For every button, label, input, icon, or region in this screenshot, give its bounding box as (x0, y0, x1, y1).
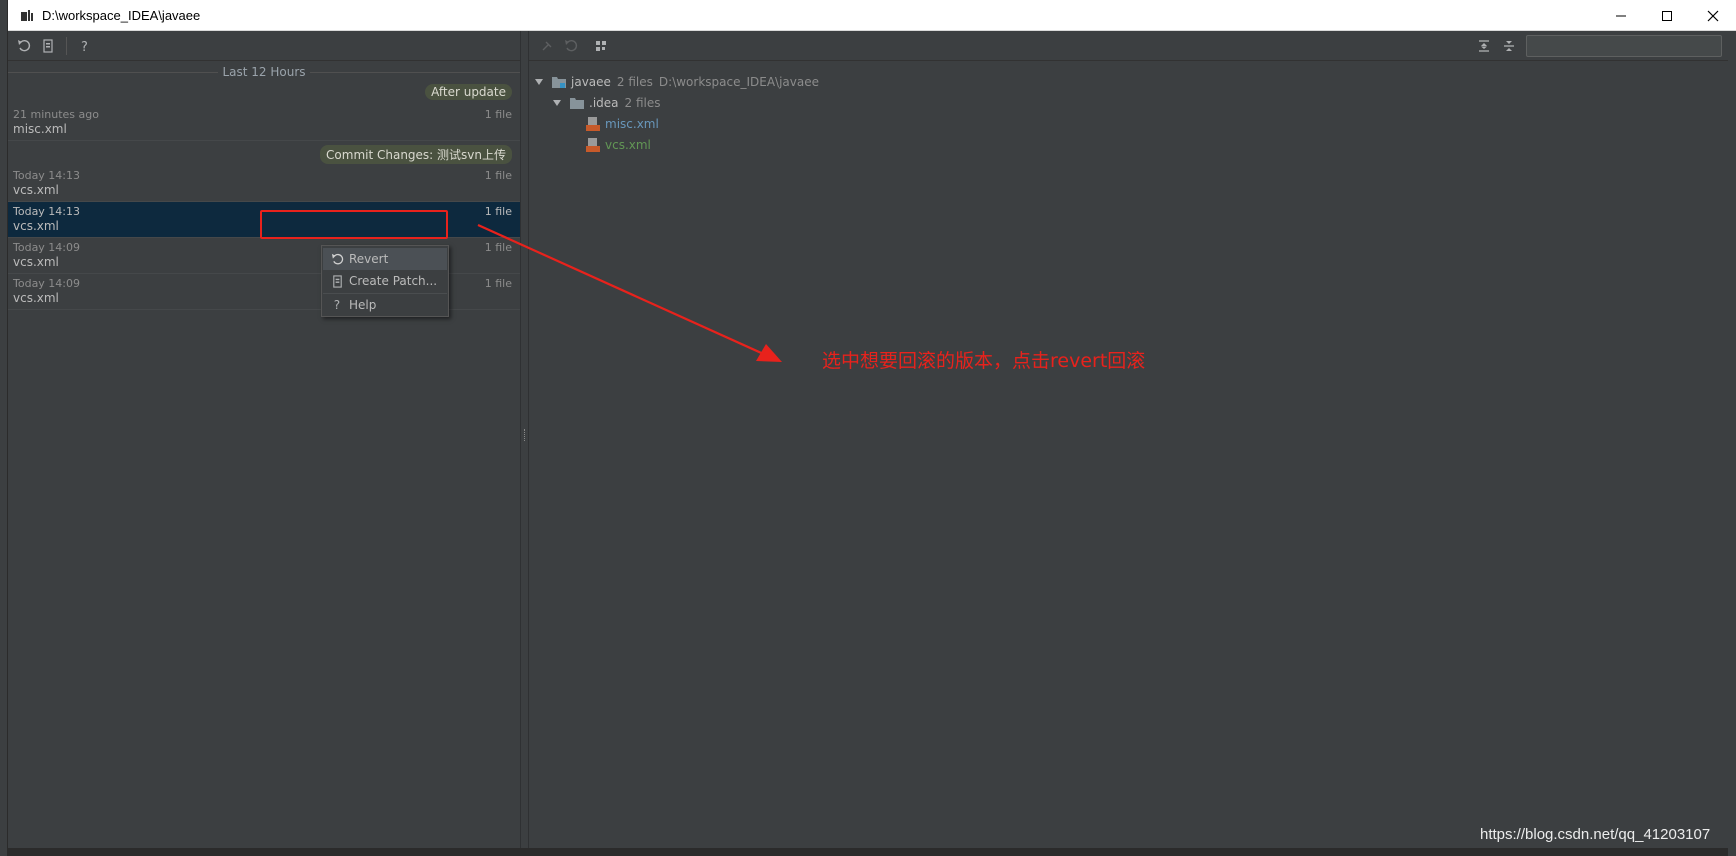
group-header-line (309, 71, 520, 73)
tree-root-name: javaee (571, 75, 611, 89)
expand-all-icon[interactable] (1472, 34, 1496, 58)
entry-time: 21 minutes ago (13, 108, 99, 121)
help-icon: ? (327, 297, 347, 313)
entry-file: vcs.xml (13, 183, 59, 197)
help-icon[interactable]: ? (73, 34, 97, 58)
after-update-tag: After update (425, 84, 512, 100)
tree-file-name: vcs.xml (605, 138, 651, 152)
tree-root-path: D:\workspace_IDEA\javaee (658, 75, 819, 89)
entry-file: vcs.xml (13, 255, 59, 269)
splitter-grip (524, 429, 526, 441)
history-toolbar: ? (8, 31, 520, 61)
menu-item-help[interactable]: ? Help (323, 293, 447, 315)
annotation-highlight-box (260, 210, 448, 239)
context-menu: Revert Create Patch... ? Help (321, 245, 449, 317)
svg-text:?: ? (333, 298, 339, 311)
window-title: D:\workspace_IDEA\javaee (42, 7, 201, 23)
tree-file-name: misc.xml (605, 117, 659, 131)
menu-item-label: Help (349, 297, 377, 312)
tree-file-row[interactable]: vcs.xml (585, 135, 651, 155)
app-icon (20, 8, 34, 22)
entry-count: 1 file (484, 169, 512, 182)
svg-text:?: ? (81, 40, 88, 53)
title-bar: D:\workspace_IDEA\javaee (8, 0, 1736, 31)
menu-item-label: Create Patch... (349, 274, 438, 288)
bottom-strip (8, 848, 1728, 856)
history-entry-1[interactable]: Today 14:13 1 file vcs.xml (8, 166, 520, 202)
group-header: Last 12 Hours (8, 63, 520, 81)
left-edge-strip (0, 0, 8, 856)
minimize-button[interactable] (1598, 0, 1644, 31)
entry-time: Today 14:09 (13, 277, 81, 290)
menu-item-label: Revert (349, 252, 389, 266)
folder-icon (569, 96, 585, 110)
tree-root-row[interactable]: javaee 2 files D:\workspace_IDEA\javaee (533, 72, 819, 92)
revert-icon[interactable] (559, 34, 583, 58)
group-header-label: Last 12 Hours (222, 65, 306, 79)
watermark-text: https://blog.csdn.net/qq_41203107 (1480, 826, 1711, 843)
xml-file-icon (585, 138, 601, 152)
tree-folder-name: .idea (589, 96, 619, 110)
group-header-line (8, 71, 219, 73)
revert-icon (327, 251, 347, 267)
entry-time: Today 14:13 (13, 205, 81, 218)
entry-file: vcs.xml (13, 291, 59, 305)
entry-file: vcs.xml (13, 219, 59, 233)
module-icon (551, 75, 567, 89)
entry-file: misc.xml (13, 122, 67, 136)
entry-time: Today 14:13 (13, 169, 81, 182)
revert-icon[interactable] (12, 34, 36, 58)
app-window: D:\workspace_IDEA\javaee ? Last 12 Hours… (0, 0, 1736, 856)
entry-time: Today 14:09 (13, 241, 81, 254)
chevron-down-icon[interactable] (533, 76, 545, 88)
close-button[interactable] (1690, 0, 1736, 31)
maximize-button[interactable] (1644, 0, 1690, 31)
collapse-all-icon[interactable] (1497, 34, 1521, 58)
entry-count: 1 file (484, 205, 512, 218)
search-input[interactable] (1526, 35, 1722, 57)
group-by-icon[interactable] (589, 34, 613, 58)
patch-icon (327, 273, 347, 289)
chevron-down-icon[interactable] (551, 97, 563, 109)
annotation-arrow (477, 223, 782, 362)
menu-item-revert[interactable]: Revert (323, 248, 447, 270)
history-entry-0[interactable]: 21 minutes ago 1 file misc.xml (8, 105, 520, 141)
tree-root-meta: 2 files (616, 75, 653, 89)
toolbar-separator (66, 36, 67, 55)
history-panel: ? Last 12 Hours After update 21 minutes … (8, 31, 520, 848)
changes-panel: javaee 2 files D:\workspace_IDEA\javaee … (529, 31, 1728, 848)
patch-icon[interactable] (36, 34, 60, 58)
commit-tag: Commit Changes: 测试svn上传 (320, 145, 512, 164)
tree-folder-meta: 2 files (624, 96, 661, 110)
entry-count: 1 file (484, 108, 512, 121)
pin-icon[interactable] (535, 34, 559, 58)
menu-item-create-patch[interactable]: Create Patch... (323, 270, 447, 292)
tree-file-row[interactable]: misc.xml (585, 114, 659, 134)
tree-folder-row[interactable]: .idea 2 files (551, 93, 661, 113)
xml-file-icon (585, 117, 601, 131)
annotation-text: 选中想要回滚的版本，点击revert回滚 (822, 350, 1146, 372)
panel-splitter[interactable] (520, 31, 529, 848)
changes-toolbar (529, 31, 1728, 61)
